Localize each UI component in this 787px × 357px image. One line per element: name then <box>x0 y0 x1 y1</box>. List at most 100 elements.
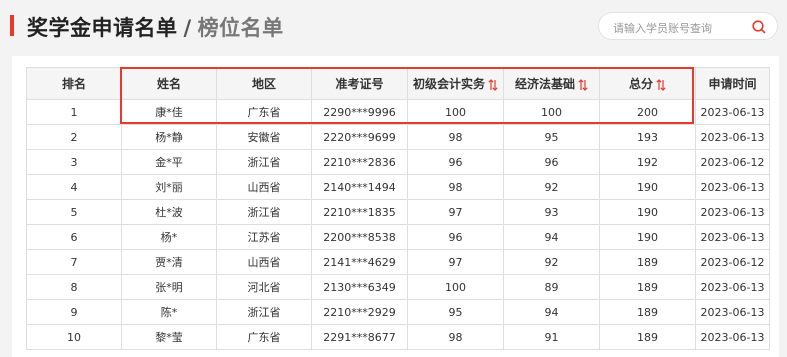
table-cell: 广东省 <box>216 324 312 350</box>
page-header: 奖学金申请名单 / 榜位名单 请输入学员账号查询 <box>0 0 787 55</box>
table-row: 7 贾*清 山西省 2141***4629 97 92 189 2023-06-12 <box>26 249 770 275</box>
table-cell: 2023-06-13 <box>695 174 770 200</box>
table-cell: 98 <box>407 124 504 150</box>
column-header[interactable]: 初级会计实务 <box>407 67 504 100</box>
table-cell: 4 <box>26 174 122 200</box>
table-cell: 刘*丽 <box>121 174 217 200</box>
table-cell: 浙江省 <box>216 299 312 325</box>
table-cell: 金*平 <box>121 149 217 175</box>
table-cell: 5 <box>26 199 122 225</box>
table-cell: 2023-06-12 <box>695 149 770 175</box>
table-cell: 96 <box>407 149 504 175</box>
table-row: 3 金*平 浙江省 2210***2836 96 96 192 2023-06-12 <box>26 149 770 175</box>
column-header-label: 准考证号 <box>335 77 384 91</box>
table-cell: 2220***9699 <box>311 124 408 150</box>
table-cell: 2291***8677 <box>311 324 408 350</box>
table-cell: 2023-06-13 <box>695 274 770 300</box>
table-cell: 2210***2836 <box>311 149 408 175</box>
table-cell: 浙江省 <box>216 199 312 225</box>
search-box[interactable]: 请输入学员账号查询 <box>598 12 778 40</box>
sort-updown-icon[interactable] <box>578 78 588 91</box>
table-cell: 100 <box>407 274 504 300</box>
table-cell: 2200***8538 <box>311 224 408 250</box>
column-header: 排名 <box>26 67 122 100</box>
table-cell: 96 <box>407 224 504 250</box>
table-cell: 190 <box>599 199 696 225</box>
table-cell: 2023-06-13 <box>695 224 770 250</box>
column-header-label: 申请时间 <box>708 77 757 91</box>
table-cell: 95 <box>503 124 600 150</box>
sort-updown-icon[interactable] <box>488 78 498 91</box>
table-cell: 2 <box>26 124 122 150</box>
table-cell: 张*明 <box>121 274 217 300</box>
table-row: 9 陈* 浙江省 2210***2929 95 94 189 2023-06-13 <box>26 299 770 325</box>
column-header: 姓名 <box>121 67 217 100</box>
table-row: 5 杜*波 浙江省 2210***1835 97 93 190 2023-06-13 <box>26 199 770 225</box>
table-row: 4 刘*丽 山西省 2140***1494 98 92 190 2023-06-13 <box>26 174 770 200</box>
table-cell: 100 <box>407 99 504 125</box>
title-main: 奖学金申请名单 <box>27 16 178 40</box>
table-cell: 89 <box>503 274 600 300</box>
ranking-card: 排名 姓名 地区 准考证号 初级会计实务 经济法基础 总分 申请时间 1 康*佳 广东省 2290*… <box>12 56 779 357</box>
table-cell: 1 <box>26 99 122 125</box>
table-cell: 康*佳 <box>121 99 217 125</box>
table-cell: 杨*静 <box>121 124 217 150</box>
column-header-label: 初级会计实务 <box>412 77 485 91</box>
table-cell: 100 <box>503 99 600 125</box>
table-cell: 94 <box>503 224 600 250</box>
table-cell: 189 <box>599 274 696 300</box>
table-cell: 97 <box>407 249 504 275</box>
table-cell: 杜*波 <box>121 199 217 225</box>
sort-updown-icon[interactable] <box>656 78 666 91</box>
column-header-label: 经济法基础 <box>514 77 575 91</box>
table-cell: 2210***1835 <box>311 199 408 225</box>
column-header: 准考证号 <box>311 67 408 100</box>
table-cell: 189 <box>599 324 696 350</box>
table-cell: 2023-06-13 <box>695 124 770 150</box>
table-cell: 黎*莹 <box>121 324 217 350</box>
table-cell: 2141***4629 <box>311 249 408 275</box>
table-cell: 91 <box>503 324 600 350</box>
table-cell: 92 <box>503 249 600 275</box>
table-cell: 河北省 <box>216 274 312 300</box>
table-cell: 2023-06-13 <box>695 99 770 125</box>
table-cell: 贾*清 <box>121 249 217 275</box>
table-cell: 10 <box>26 324 122 350</box>
table-cell: 浙江省 <box>216 149 312 175</box>
table-cell: 2130***6349 <box>311 274 408 300</box>
table-cell: 94 <box>503 299 600 325</box>
search-icon[interactable] <box>751 19 767 35</box>
title-separator: / <box>183 16 192 40</box>
table-cell: 98 <box>407 324 504 350</box>
search-input[interactable]: 请输入学员账号查询 <box>613 20 712 36</box>
table-cell: 江苏省 <box>216 224 312 250</box>
table-cell: 山西省 <box>216 249 312 275</box>
table-cell: 97 <box>407 199 504 225</box>
table-cell: 192 <box>599 149 696 175</box>
table-cell: 2023-06-13 <box>695 324 770 350</box>
table-cell: 200 <box>599 99 696 125</box>
table-cell: 7 <box>26 249 122 275</box>
table-cell: 杨* <box>121 224 217 250</box>
table-row: 6 杨* 江苏省 2200***8538 96 94 190 2023-06-13 <box>26 224 770 250</box>
table-cell: 3 <box>26 149 122 175</box>
table-cell: 92 <box>503 174 600 200</box>
table-cell: 95 <box>407 299 504 325</box>
table-cell: 2140***1494 <box>311 174 408 200</box>
table-cell: 2210***2929 <box>311 299 408 325</box>
table-cell: 陈* <box>121 299 217 325</box>
column-header-label: 姓名 <box>156 77 181 91</box>
table-cell: 189 <box>599 249 696 275</box>
column-header[interactable]: 总分 <box>599 67 696 100</box>
table-cell: 山西省 <box>216 174 312 200</box>
column-header[interactable]: 经济法基础 <box>503 67 600 100</box>
table-cell: 193 <box>599 124 696 150</box>
table-cell: 安徽省 <box>216 124 312 150</box>
ranking-table: 排名 姓名 地区 准考证号 初级会计实务 经济法基础 总分 申请时间 1 康*佳 广东省 2290*… <box>26 67 770 350</box>
table-header-row: 排名 姓名 地区 准考证号 初级会计实务 经济法基础 总分 申请时间 <box>26 67 770 100</box>
table-cell: 6 <box>26 224 122 250</box>
table-cell: 189 <box>599 299 696 325</box>
table-cell: 2023-06-13 <box>695 299 770 325</box>
column-header: 地区 <box>216 67 312 100</box>
column-header-label: 总分 <box>628 77 653 91</box>
